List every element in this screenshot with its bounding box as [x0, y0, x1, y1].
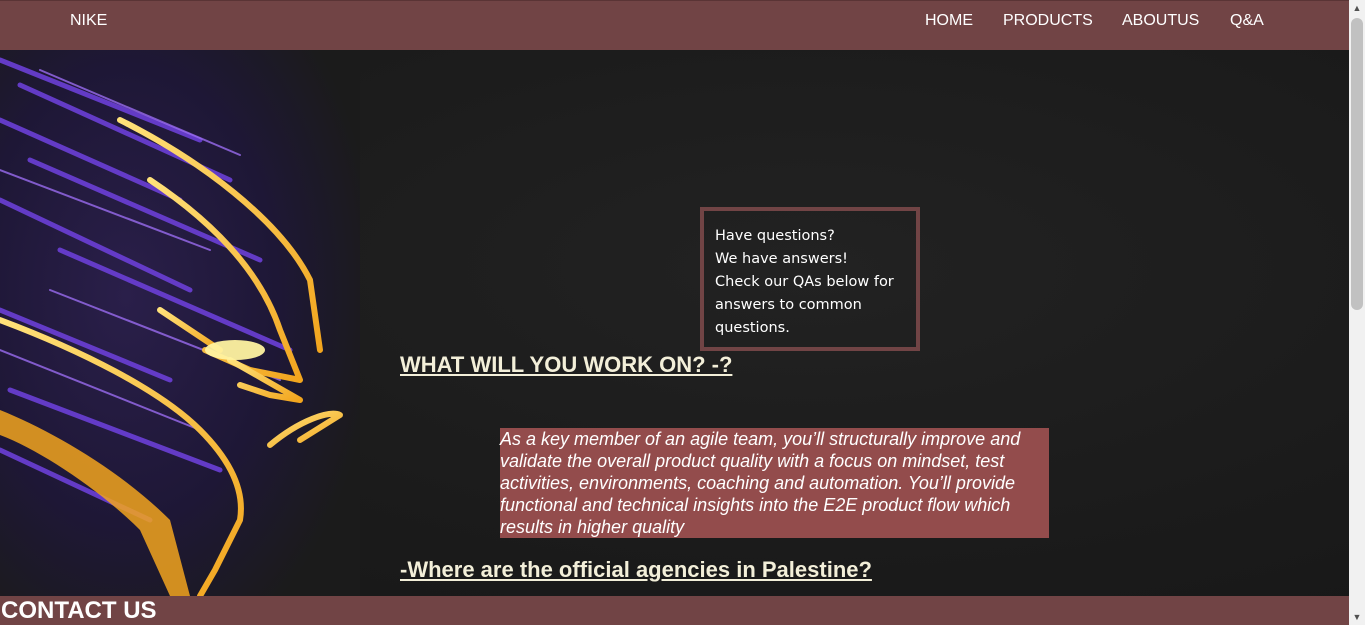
question-heading-agencies: -Where are the official agencies in Pale… — [400, 557, 872, 582]
answer-paragraph: As a key member of an agile team, you’ll… — [500, 428, 1049, 538]
chevron-up-icon[interactable]: ▲ — [1349, 0, 1365, 16]
hero-section: Have questions? We have answers! Check o… — [0, 50, 1349, 596]
qa-callout-line: We have answers! — [715, 251, 848, 267]
question-heading-work: WHAT WILL YOU WORK ON? -? — [400, 352, 733, 377]
contact-footer: CONTACT US — [0, 596, 1349, 625]
nav-qa-link[interactable]: Q&A — [1230, 12, 1264, 30]
qa-callout-box: Have questions? We have answers! Check o… — [700, 207, 920, 351]
page-scrollbar[interactable]: ▲ ▼ — [1349, 0, 1365, 625]
panther-mask-illustration — [0, 50, 360, 596]
nav-home-link[interactable]: HOME — [925, 12, 973, 30]
qa-callout-line: Check our QAs below for — [715, 274, 894, 290]
contact-heading: CONTACT US — [1, 597, 157, 624]
scrollbar-thumb[interactable] — [1351, 18, 1363, 310]
main-nav: HOME PRODUCTS ABOUTUS Q&A — [0, 12, 1349, 32]
chevron-down-icon[interactable]: ▼ — [1349, 609, 1365, 625]
nav-products-link[interactable]: PRODUCTS — [1003, 12, 1093, 30]
qa-callout-line: questions. — [715, 320, 790, 336]
nav-aboutus-link[interactable]: ABOUTUS — [1122, 12, 1199, 30]
qa-callout-line: Have questions? — [715, 228, 835, 244]
top-navbar: NIKE HOME PRODUCTS ABOUTUS Q&A — [0, 0, 1349, 50]
qa-callout-line: answers to common — [715, 297, 862, 313]
